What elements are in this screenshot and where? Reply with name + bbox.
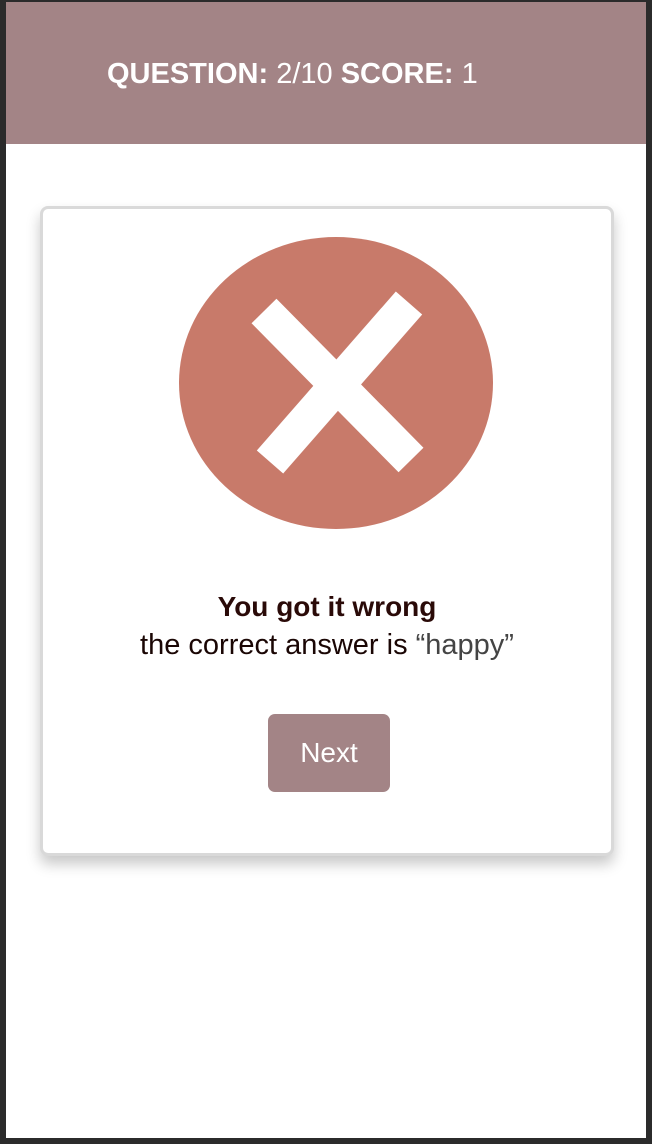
score-value: 1 xyxy=(461,58,478,90)
next-button[interactable]: Next xyxy=(268,714,390,792)
quiz-header: QUESTION: 2/10 SCORE: 1 xyxy=(6,2,646,144)
quiz-screen: QUESTION: 2/10 SCORE: 1 You got it wrong… xyxy=(6,2,646,1138)
correct-answer-line: the correct answer is “happy” xyxy=(43,627,611,663)
correct-answer-prefix: the correct answer is xyxy=(140,629,408,661)
result-title: You got it wrong xyxy=(217,591,437,622)
question-value: 2/10 xyxy=(276,58,333,90)
cross-icon xyxy=(179,237,493,529)
score-label: SCORE: xyxy=(340,58,454,90)
result-card: You got it wrong the correct answer is “… xyxy=(40,206,614,856)
correct-answer-word: “happy” xyxy=(415,629,514,661)
progress-line: QUESTION: 2/10 SCORE: 1 xyxy=(107,56,478,92)
question-label: QUESTION: xyxy=(107,58,269,90)
